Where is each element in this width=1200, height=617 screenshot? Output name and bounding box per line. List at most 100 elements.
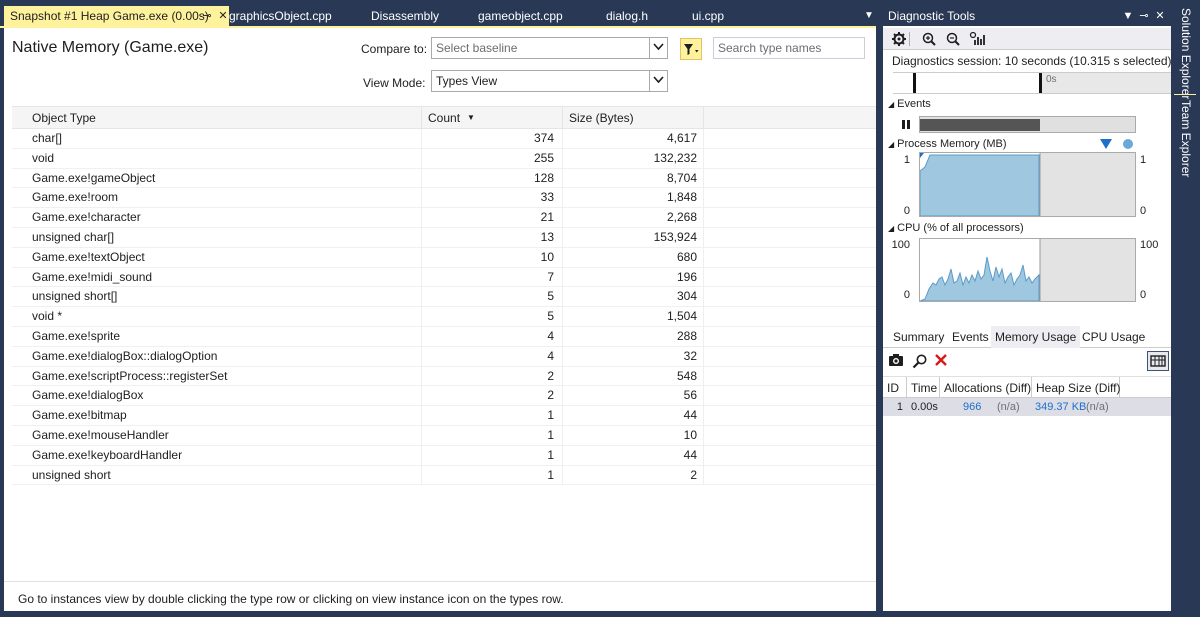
table-row[interactable]: void 255 132,232 [12, 148, 876, 169]
events-track[interactable] [919, 116, 1136, 133]
selection-start-handle[interactable] [913, 73, 916, 93]
memory-grid-header: ID Time Allocations (Diff) Heap Size (Di… [883, 376, 1171, 399]
chevron-down-icon[interactable] [649, 71, 667, 91]
tab-summary[interactable]: Summary [893, 326, 944, 348]
cell-object-type: Game.exe!textObject [12, 247, 422, 267]
filter-button[interactable] [680, 38, 702, 60]
tab-snapshot[interactable]: Snapshot #1 Heap Game.exe (0.00s) ⊸ ✕ [4, 6, 229, 26]
cell-size: 44 [563, 445, 704, 465]
cpu-chart[interactable] [919, 238, 1136, 302]
cell-object-type: Game.exe!dialogBox [12, 386, 422, 406]
take-snapshot-icon[interactable] [888, 353, 906, 369]
diagnostic-tools-pane: Diagnostic Tools ▼ ⊸ ✕ Diagnostics sessi… [883, 6, 1172, 611]
cell-size: 304 [563, 287, 704, 307]
column-chooser-icon[interactable] [1147, 351, 1169, 371]
table-row[interactable]: Game.exe!textObject 10 680 [12, 247, 876, 268]
table-row[interactable]: Game.exe!keyboardHandler 1 44 [12, 445, 876, 466]
table-row[interactable]: Game.exe!scriptProcess::registerSet 2 548 [12, 366, 876, 387]
cell-size: 132,232 [563, 148, 704, 168]
pin-icon[interactable]: ⊸ [1137, 8, 1151, 24]
column-header-size[interactable]: Size (Bytes) [563, 107, 704, 129]
tab-gameobject[interactable]: gameobject.cpp [478, 6, 563, 26]
snapshot-row[interactable]: 1 0.00s 966 (n/a) 349.37 KB (n/a) [883, 398, 1171, 416]
column-header-allocations[interactable]: Allocations (Diff) [940, 377, 1032, 399]
cell-size: 548 [563, 366, 704, 386]
tab-ui-cpp[interactable]: ui.cpp [692, 6, 724, 26]
zoom-in-icon[interactable] [921, 31, 939, 47]
side-tab-separator [1174, 94, 1196, 95]
cell-object-type: Game.exe!midi_sound [12, 267, 422, 287]
compare-label: Compare to: [361, 42, 428, 56]
view-heap-icon[interactable] [912, 353, 930, 369]
cpu-axis-max-left: 100 [891, 239, 910, 251]
cpu-axis-max-right: 100 [1140, 239, 1159, 251]
close-icon[interactable]: ✕ [1153, 8, 1167, 24]
table-row[interactable]: Game.exe!dialogBox 2 56 [12, 386, 876, 407]
compare-baseline-combo[interactable]: Select baseline [431, 37, 668, 59]
tab-disassembly[interactable]: Disassembly [371, 6, 439, 26]
pane-menu-icon[interactable]: ▼ [1121, 8, 1135, 24]
tab-events[interactable]: Events [952, 326, 989, 348]
tab-memory-usage[interactable]: Memory Usage [991, 326, 1081, 348]
column-header-heap-size[interactable]: Heap Size (Diff) [1032, 377, 1120, 399]
process-memory-section-header[interactable]: ◢ Process Memory (MB) [888, 138, 1007, 150]
collapse-icon: ◢ [888, 140, 895, 149]
cell-count: 1 [422, 425, 563, 445]
cell-object-type: Game.exe!dialogBox::dialogOption [12, 346, 422, 366]
process-memory-chart[interactable] [919, 152, 1136, 217]
column-header-id[interactable]: ID [883, 377, 907, 399]
toolbar-separator [909, 32, 910, 46]
chevron-down-icon[interactable] [649, 38, 667, 58]
reset-view-icon[interactable] [969, 31, 987, 47]
column-header-object-type[interactable]: Object Type [12, 107, 422, 129]
tab-dropdown-icon[interactable]: ▼ [862, 8, 876, 24]
cpu-section-header[interactable]: ◢ CPU (% of all processors) [888, 222, 1024, 234]
cell-size: 196 [563, 267, 704, 287]
table-row[interactable]: void * 5 1,504 [12, 307, 876, 327]
events-section-header[interactable]: ◢ Events [888, 98, 931, 110]
events-track-fill [920, 119, 1040, 131]
column-header-time[interactable]: Time [907, 377, 940, 399]
table-row[interactable]: char[] 374 4,617 [12, 129, 876, 149]
table-row[interactable]: Game.exe!room 33 1,848 [12, 188, 876, 209]
table-row[interactable]: unsigned char[] 13 153,924 [12, 227, 876, 248]
search-type-names-input[interactable] [713, 37, 865, 59]
table-row[interactable]: Game.exe!mouseHandler 1 10 [12, 425, 876, 446]
pin-icon[interactable]: ⊸ [200, 6, 214, 26]
side-tab-team-explorer[interactable]: Team Explorer [1177, 100, 1193, 177]
table-row[interactable]: unsigned short 1 2 [12, 465, 876, 486]
heap-size-link[interactable]: 349.37 KB [1035, 398, 1086, 416]
timeline-ruler[interactable]: 0s [893, 72, 1171, 94]
close-icon[interactable]: ✕ [216, 6, 230, 26]
pause-icon[interactable] [901, 118, 913, 130]
side-tool-tabs: Solution Explorer Team Explorer [1171, 0, 1200, 617]
delete-icon[interactable] [934, 353, 952, 369]
table-row[interactable]: Game.exe!sprite 4 288 [12, 326, 876, 347]
table-row[interactable]: Game.exe!midi_sound 7 196 [12, 267, 876, 288]
tab-dialog-h[interactable]: dialog.h [606, 6, 648, 26]
tab-cpu-usage[interactable]: CPU Usage [1082, 326, 1145, 348]
selection-end-handle[interactable] [1039, 73, 1042, 93]
table-row[interactable]: unsigned short[] 5 304 [12, 287, 876, 308]
column-header-count[interactable]: Count ▼ [422, 107, 563, 129]
cell-count: 2 [422, 386, 563, 406]
cell-size: 8,704 [563, 168, 704, 188]
zoom-out-icon[interactable] [945, 31, 963, 47]
sort-descending-icon: ▼ [467, 113, 475, 122]
diagnostic-toolbar [883, 28, 1171, 50]
allocations-link[interactable]: 966 [963, 398, 981, 416]
events-label: Events [897, 98, 931, 110]
tab-graphicsobject[interactable]: graphicsObject.cpp [229, 6, 332, 26]
table-row[interactable]: Game.exe!gameObject 128 8,704 [12, 168, 876, 189]
settings-icon[interactable] [891, 31, 909, 47]
table-row[interactable]: Game.exe!bitmap 1 44 [12, 406, 876, 426]
timeline-selection[interactable] [913, 73, 1039, 93]
table-row[interactable]: Game.exe!character 21 2,268 [12, 208, 876, 228]
side-tab-solution-explorer[interactable]: Solution Explorer [1177, 8, 1193, 99]
cell-size: 44 [563, 406, 704, 426]
cell-object-type: unsigned short [12, 465, 422, 485]
view-mode-combo[interactable]: Types View [431, 70, 668, 92]
cell-object-type: Game.exe!keyboardHandler [12, 445, 422, 465]
table-row[interactable]: Game.exe!dialogBox::dialogOption 4 32 [12, 346, 876, 367]
memory-axis-max-left: 1 [903, 154, 910, 166]
